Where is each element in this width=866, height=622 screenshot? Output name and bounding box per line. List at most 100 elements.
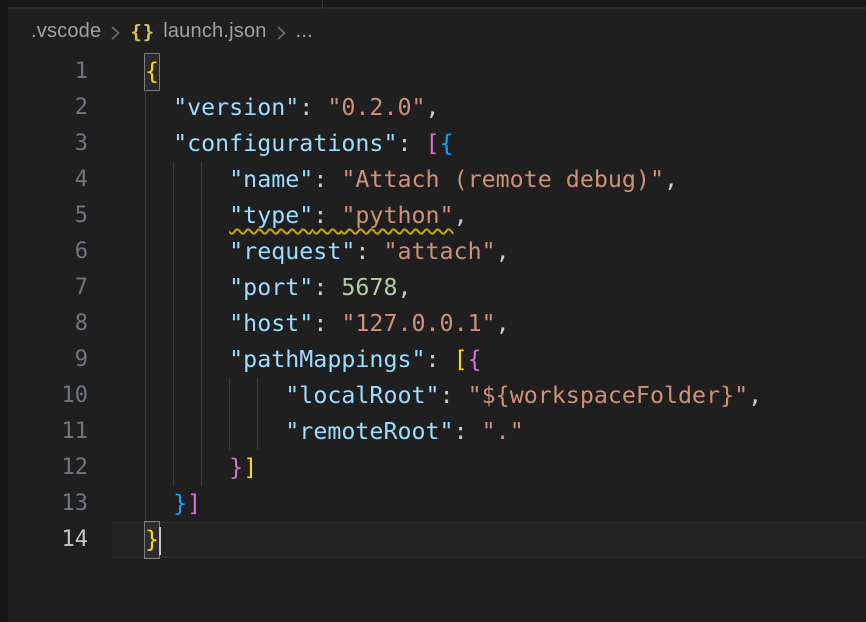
line-number[interactable]: 3 <box>0 126 112 162</box>
code-token: "localRoot" <box>285 382 439 409</box>
line-number[interactable]: 8 <box>0 306 112 342</box>
code-line-13: 13 }] <box>0 486 866 522</box>
code-line-7: 7 "port": 5678, <box>0 270 866 306</box>
code-token: : <box>440 382 468 409</box>
indent-guide <box>145 378 146 414</box>
code-token: : <box>313 274 341 301</box>
indent-guide <box>173 198 174 234</box>
code-line-5: 5 "type": "python", <box>0 198 866 234</box>
indent-guide <box>145 198 146 234</box>
code-token: : <box>426 346 454 373</box>
code-token <box>145 346 229 373</box>
indent-guide <box>173 270 174 306</box>
breadcrumb-item-vscode[interactable]: .vscode <box>31 20 101 43</box>
code-token: , <box>496 238 510 265</box>
code-line-4: 4 "name": "Attach (remote debug)", <box>0 162 866 198</box>
indent-guide <box>173 234 174 270</box>
code-token: "127.0.0.1" <box>341 310 495 337</box>
indent-guide <box>201 270 202 306</box>
json-file-icon: {} <box>130 21 155 43</box>
indent-guide <box>173 414 174 450</box>
code-line-content[interactable]: "configurations": [{ <box>112 126 866 162</box>
code-line-content[interactable]: "request": "attach", <box>112 234 866 270</box>
code-line-2: 2 "version": "0.2.0", <box>0 90 866 126</box>
indent-guide <box>145 414 146 450</box>
line-number[interactable]: 12 <box>0 450 112 486</box>
indent-guide <box>201 162 202 198</box>
indent-guide <box>145 162 146 198</box>
code-token <box>145 310 229 337</box>
indent-guide <box>257 378 258 414</box>
indent-guide <box>173 450 174 486</box>
code-line-content[interactable]: "remoteRoot": "." <box>112 414 866 450</box>
code-token <box>145 490 173 517</box>
code-token: , <box>426 94 440 121</box>
line-number[interactable]: 11 <box>0 414 112 450</box>
code-token: "host" <box>229 310 313 337</box>
code-line-content[interactable]: "host": "127.0.0.1", <box>112 306 866 342</box>
code-line-3: 3 "configurations": [{ <box>0 126 866 162</box>
code-token: [ <box>454 346 468 373</box>
indent-guide <box>145 306 146 342</box>
code-line-content[interactable]: { <box>112 54 866 90</box>
indent-guide <box>257 414 258 450</box>
line-number[interactable]: 14 <box>0 522 112 558</box>
code-line-content[interactable]: "type": "python", <box>112 198 866 234</box>
code-line-content[interactable]: "name": "Attach (remote debug)", <box>112 162 866 198</box>
code-token: : <box>299 94 327 121</box>
breadcrumb: .vscode {} launch.json ... <box>0 9 866 54</box>
line-number[interactable]: 1 <box>0 54 112 90</box>
indent-guide <box>229 414 230 450</box>
indent-guide <box>201 378 202 414</box>
code-token: , <box>664 166 678 193</box>
code-token <box>145 238 229 265</box>
tab-bar <box>0 0 866 9</box>
code-line-content[interactable]: }] <box>112 450 866 486</box>
code-line-10: 10 "localRoot": "${workspaceFolder}", <box>0 378 866 414</box>
line-number[interactable]: 10 <box>0 378 112 414</box>
line-number[interactable]: 13 <box>0 486 112 522</box>
chevron-right-icon <box>276 25 287 41</box>
code-token <box>145 274 229 301</box>
line-number[interactable]: 7 <box>0 270 112 306</box>
code-token: { <box>440 130 454 157</box>
code-token <box>145 94 173 121</box>
code-token: : <box>313 166 341 193</box>
code-token: "type" <box>229 202 313 229</box>
code-line-content[interactable]: "localRoot": "${workspaceFolder}", <box>112 378 866 414</box>
code-line-content[interactable]: "pathMappings": [{ <box>112 342 866 378</box>
code-line-6: 6 "request": "attach", <box>0 234 866 270</box>
line-number[interactable]: 9 <box>0 342 112 378</box>
code-token: ] <box>243 454 257 481</box>
code-token: "." <box>482 418 524 445</box>
text-cursor <box>159 527 161 555</box>
code-line-content[interactable]: }] <box>112 486 866 522</box>
code-line-8: 8 "host": "127.0.0.1", <box>0 306 866 342</box>
code-token: 5678 <box>341 274 397 301</box>
breadcrumb-item-filename[interactable]: launch.json <box>163 20 266 43</box>
code-line-content[interactable]: } <box>112 522 866 558</box>
line-number[interactable]: 4 <box>0 162 112 198</box>
code-token <box>145 166 229 193</box>
tab-separator <box>322 0 323 9</box>
matched-bracket: { <box>145 54 159 90</box>
code-line-content[interactable]: "port": 5678, <box>112 270 866 306</box>
line-number[interactable]: 2 <box>0 90 112 126</box>
code-line-11: 11 "remoteRoot": "." <box>0 414 866 450</box>
line-number[interactable]: 5 <box>0 198 112 234</box>
code-token: "0.2.0" <box>327 94 425 121</box>
code-line-9: 9 "pathMappings": [{ <box>0 342 866 378</box>
code-token: "configurations" <box>173 130 397 157</box>
code-token <box>145 202 229 229</box>
indent-guide <box>201 198 202 234</box>
breadcrumb-item-symbol-ellipsis[interactable]: ... <box>296 20 313 43</box>
indent-guide <box>173 306 174 342</box>
line-number[interactable]: 6 <box>0 234 112 270</box>
indent-guide <box>201 306 202 342</box>
code-token: , <box>748 382 762 409</box>
code-line-content[interactable]: "version": "0.2.0", <box>112 90 866 126</box>
code-editor[interactable]: 1 {2 "version": "0.2.0",3 "configurations… <box>0 54 866 558</box>
indent-guide <box>145 234 146 270</box>
indent-guide <box>145 126 146 162</box>
code-token: : <box>313 202 341 229</box>
